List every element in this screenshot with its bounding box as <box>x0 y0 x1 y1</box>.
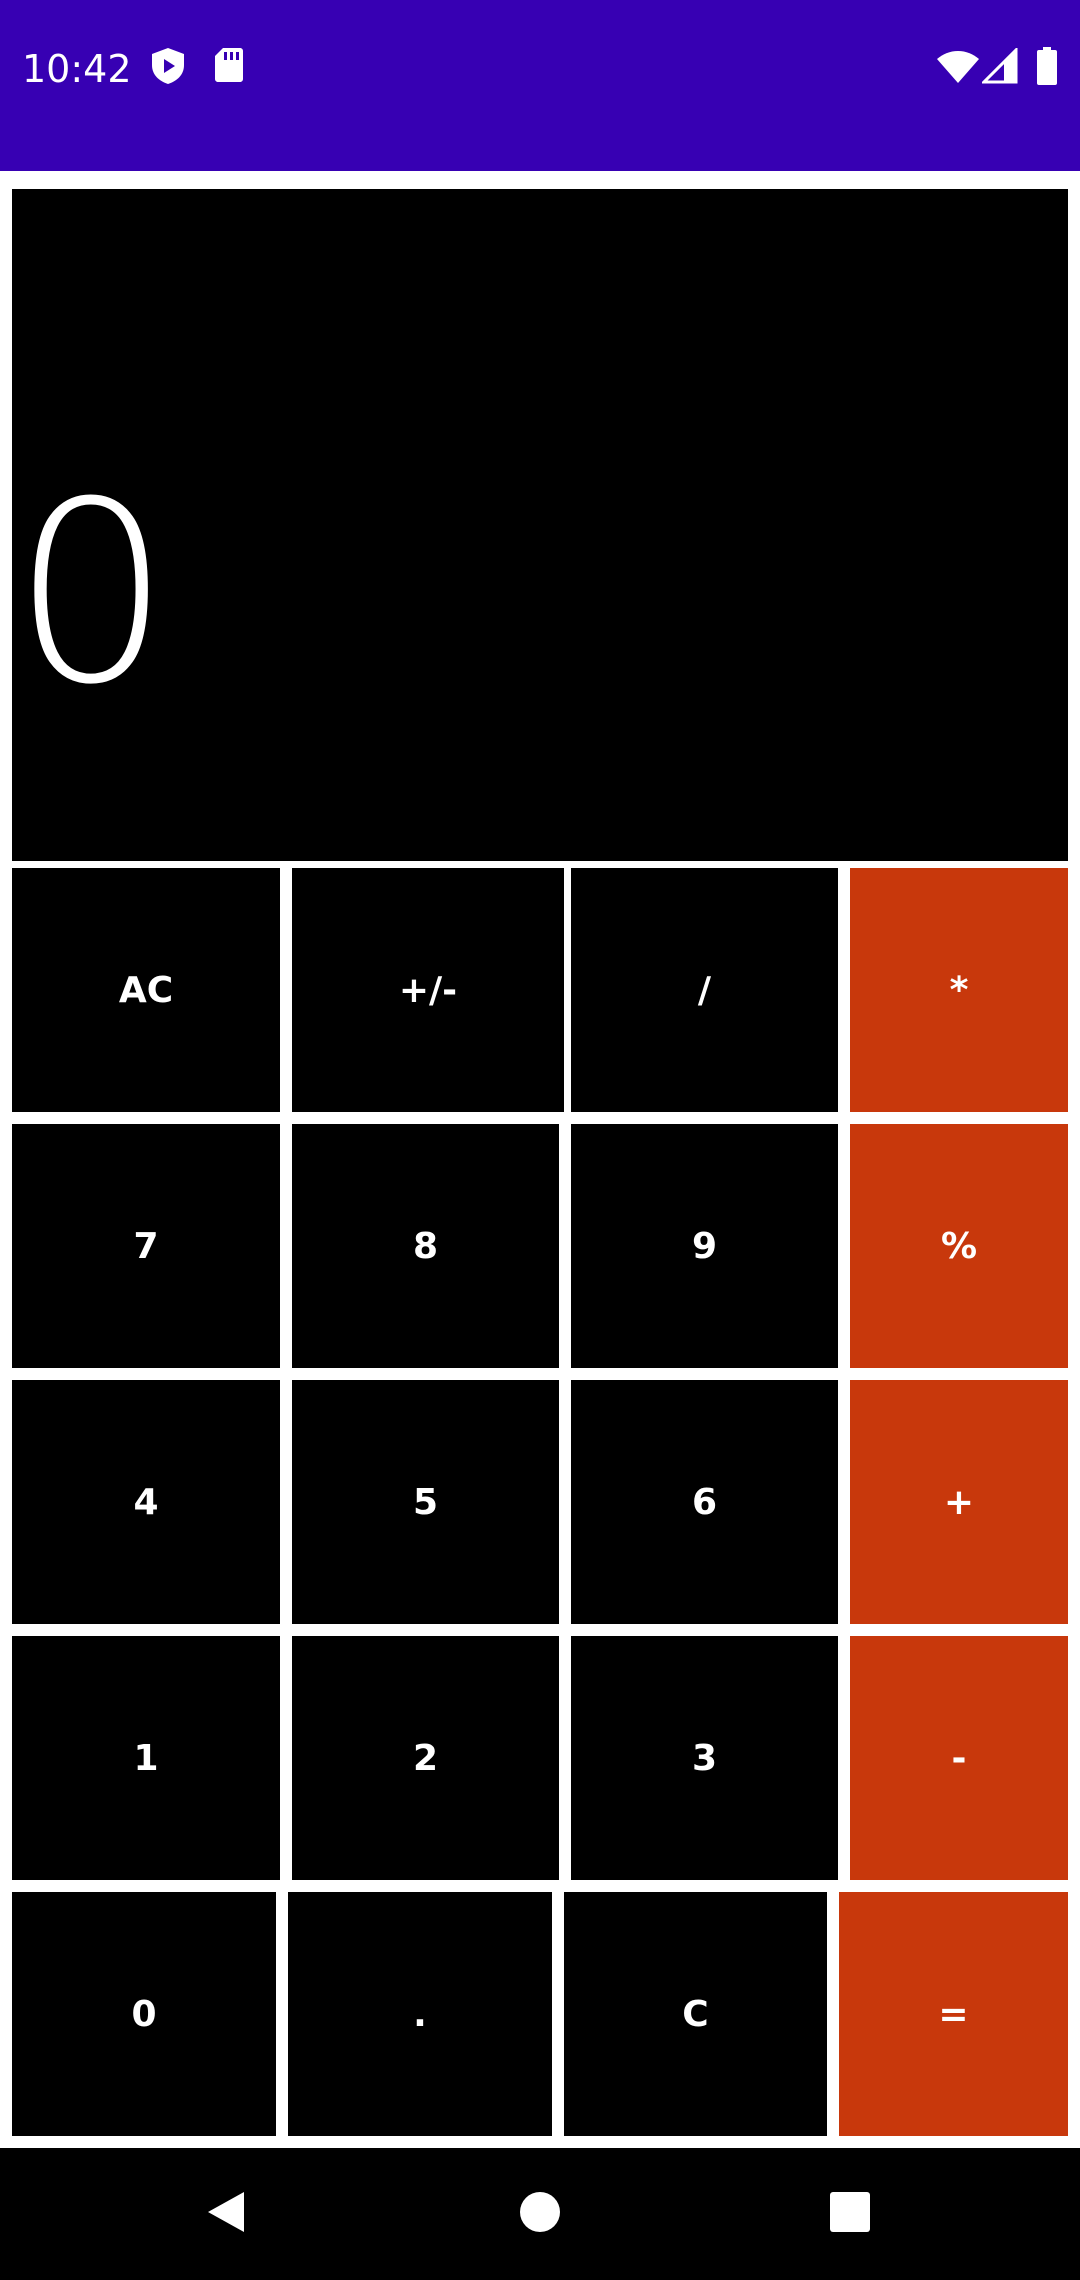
key-label: 3 <box>691 1737 718 1779</box>
sd-card-icon <box>214 47 244 88</box>
cell-signal-icon <box>980 46 1018 89</box>
back-icon <box>204 2188 248 2241</box>
key-label: 9 <box>691 1225 718 1267</box>
key-label: 8 <box>412 1225 439 1267</box>
calculator-display: 0 <box>12 189 1068 861</box>
key-label: / <box>697 969 712 1011</box>
key-2[interactable]: 2 <box>292 1636 559 1880</box>
navigation-bar <box>0 2148 1080 2280</box>
key-plus[interactable]: + <box>850 1380 1068 1624</box>
key-4[interactable]: 4 <box>12 1380 280 1624</box>
key-label: 5 <box>412 1481 439 1523</box>
key-label: 1 <box>133 1737 159 1779</box>
key-label: 4 <box>133 1481 159 1523</box>
key-3[interactable]: 3 <box>571 1636 838 1880</box>
shield-icon <box>150 47 186 90</box>
key-9[interactable]: 9 <box>571 1124 838 1368</box>
key-label: 7 <box>133 1225 159 1267</box>
key-1[interactable]: 1 <box>12 1636 280 1880</box>
key-label: 0 <box>131 1993 157 2035</box>
key-equals[interactable]: = <box>839 1892 1068 2136</box>
status-time: 10:42 <box>22 47 132 91</box>
key-6[interactable]: 6 <box>571 1380 838 1624</box>
key-multiply[interactable]: * <box>850 868 1068 1112</box>
recents-button[interactable] <box>804 2168 896 2260</box>
key-decimal[interactable]: . <box>288 1892 552 2136</box>
key-label: AC <box>118 969 174 1011</box>
key-ac[interactable]: AC <box>12 868 280 1112</box>
key-clear[interactable]: C <box>564 1892 827 2136</box>
wifi-icon <box>936 50 980 89</box>
battery-icon <box>1036 46 1058 91</box>
key-7[interactable]: 7 <box>12 1124 280 1368</box>
key-8[interactable]: 8 <box>292 1124 559 1368</box>
home-icon <box>519 2191 561 2238</box>
key-divide[interactable]: / <box>571 868 838 1112</box>
key-5[interactable]: 5 <box>292 1380 559 1624</box>
key-label: % <box>940 1225 978 1267</box>
key-percent[interactable]: % <box>850 1124 1068 1368</box>
key-label: C <box>682 1993 709 2035</box>
key-label: - <box>951 1737 967 1779</box>
key-0[interactable]: 0 <box>12 1892 276 2136</box>
key-label: = <box>938 1993 969 2035</box>
home-button[interactable] <box>494 2168 586 2260</box>
back-button[interactable] <box>180 2168 272 2260</box>
key-label: * <box>949 969 969 1011</box>
display-value: 0 <box>12 448 172 739</box>
key-plus-minus[interactable]: +/- <box>292 868 564 1112</box>
key-label: . <box>413 1993 427 2035</box>
recents-icon <box>828 2190 872 2239</box>
key-label: + <box>943 1481 975 1523</box>
key-minus[interactable]: - <box>850 1636 1068 1880</box>
key-label: 6 <box>691 1481 718 1523</box>
status-bar: 10:42 <box>0 0 1080 171</box>
key-label: +/- <box>398 969 458 1011</box>
key-label: 2 <box>412 1737 439 1779</box>
